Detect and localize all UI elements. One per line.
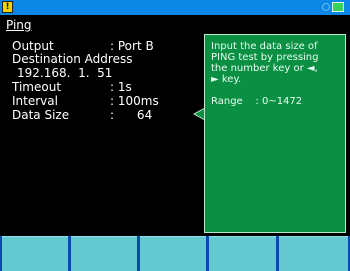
field-label-destination-address: Destination Address	[12, 52, 133, 66]
softkey-4[interactable]	[209, 236, 276, 271]
warning-icon: !	[2, 1, 13, 13]
softkey-1[interactable]	[2, 236, 68, 271]
help-pointer-inner	[195, 109, 204, 119]
green-status-icon	[332, 2, 344, 12]
field-label-timeout: Timeout	[12, 80, 62, 94]
softkey-3[interactable]	[140, 236, 206, 271]
softkey-2[interactable]	[71, 236, 137, 271]
softkey-5[interactable]	[279, 236, 348, 271]
help-panel: Input the data size of PING test by pres…	[204, 34, 346, 233]
help-text: Input the data size of PING test by pres…	[211, 41, 319, 85]
status-icons	[322, 2, 344, 13]
circle-status-icon	[322, 3, 330, 11]
field-value-data-size[interactable]: : 64	[110, 109, 152, 122]
field-label-data-size: Data Size	[12, 108, 70, 122]
field-label-interval: Interval	[12, 94, 58, 108]
softkey-bar	[0, 236, 350, 271]
field-value-interval[interactable]: : 100ms	[110, 95, 159, 108]
field-value-timeout[interactable]: : 1s	[110, 81, 132, 94]
top-status-bar: !	[0, 0, 350, 15]
field-value-destination-address[interactable]: 192.168. 1. 51	[17, 67, 112, 80]
help-range: Range : 0~1472	[211, 96, 303, 107]
page-title: Ping	[6, 18, 32, 32]
